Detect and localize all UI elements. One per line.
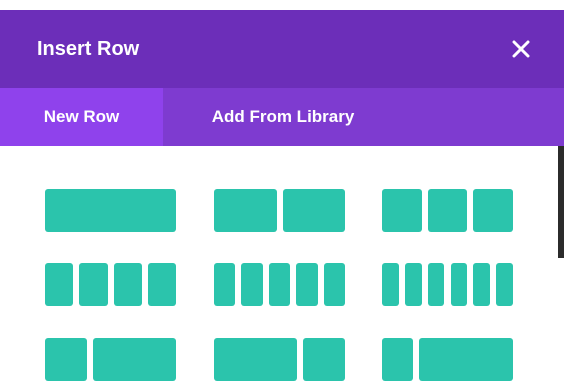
layout-option-six-columns[interactable] bbox=[382, 263, 513, 306]
column-block bbox=[323, 263, 345, 306]
column-block bbox=[268, 263, 291, 306]
column-block bbox=[92, 338, 176, 381]
dialog-header: Insert Row bbox=[0, 10, 564, 88]
column-block bbox=[45, 263, 74, 306]
column-block bbox=[303, 338, 345, 381]
tab-bar: New Row Add From Library bbox=[0, 88, 564, 146]
dialog-title: Insert Row bbox=[37, 38, 140, 60]
scrollbar[interactable] bbox=[558, 146, 564, 258]
column-block bbox=[241, 263, 263, 306]
layout-option-four-columns[interactable] bbox=[45, 263, 176, 306]
column-block bbox=[427, 189, 468, 232]
layout-option-one-quarter-three-quarters[interactable] bbox=[382, 338, 513, 381]
column-block bbox=[296, 263, 318, 306]
column-block bbox=[473, 189, 513, 232]
column-block bbox=[382, 263, 399, 306]
column-block bbox=[147, 263, 176, 306]
layout-option-three-columns[interactable] bbox=[382, 189, 513, 232]
column-block bbox=[404, 263, 422, 306]
column-block bbox=[427, 263, 445, 306]
layout-option-two-thirds-one-third[interactable] bbox=[214, 338, 345, 381]
layout-option-five-columns[interactable] bbox=[214, 263, 345, 306]
column-block bbox=[214, 263, 236, 306]
layout-option-one-column[interactable] bbox=[45, 189, 176, 232]
top-strip bbox=[0, 0, 564, 10]
column-block bbox=[450, 263, 468, 306]
column-block bbox=[79, 263, 108, 306]
column-block bbox=[382, 338, 414, 381]
column-block bbox=[496, 263, 513, 306]
layout-option-two-columns[interactable] bbox=[214, 189, 345, 232]
layout-option-one-third-two-thirds[interactable] bbox=[45, 338, 176, 381]
column-block bbox=[113, 263, 142, 306]
column-block bbox=[214, 189, 277, 232]
column-block bbox=[282, 189, 345, 232]
tab-new-row[interactable]: New Row bbox=[0, 88, 163, 146]
column-block bbox=[45, 338, 87, 381]
column-block bbox=[382, 189, 422, 232]
tab-add-from-library[interactable]: Add From Library bbox=[163, 88, 403, 146]
column-block bbox=[214, 338, 298, 381]
column-block bbox=[473, 263, 491, 306]
close-button[interactable] bbox=[504, 32, 538, 66]
insert-row-dialog: Insert Row New Row Add From Library bbox=[0, 0, 564, 381]
column-block bbox=[419, 338, 513, 381]
close-icon bbox=[512, 40, 530, 58]
column-block bbox=[45, 189, 176, 232]
